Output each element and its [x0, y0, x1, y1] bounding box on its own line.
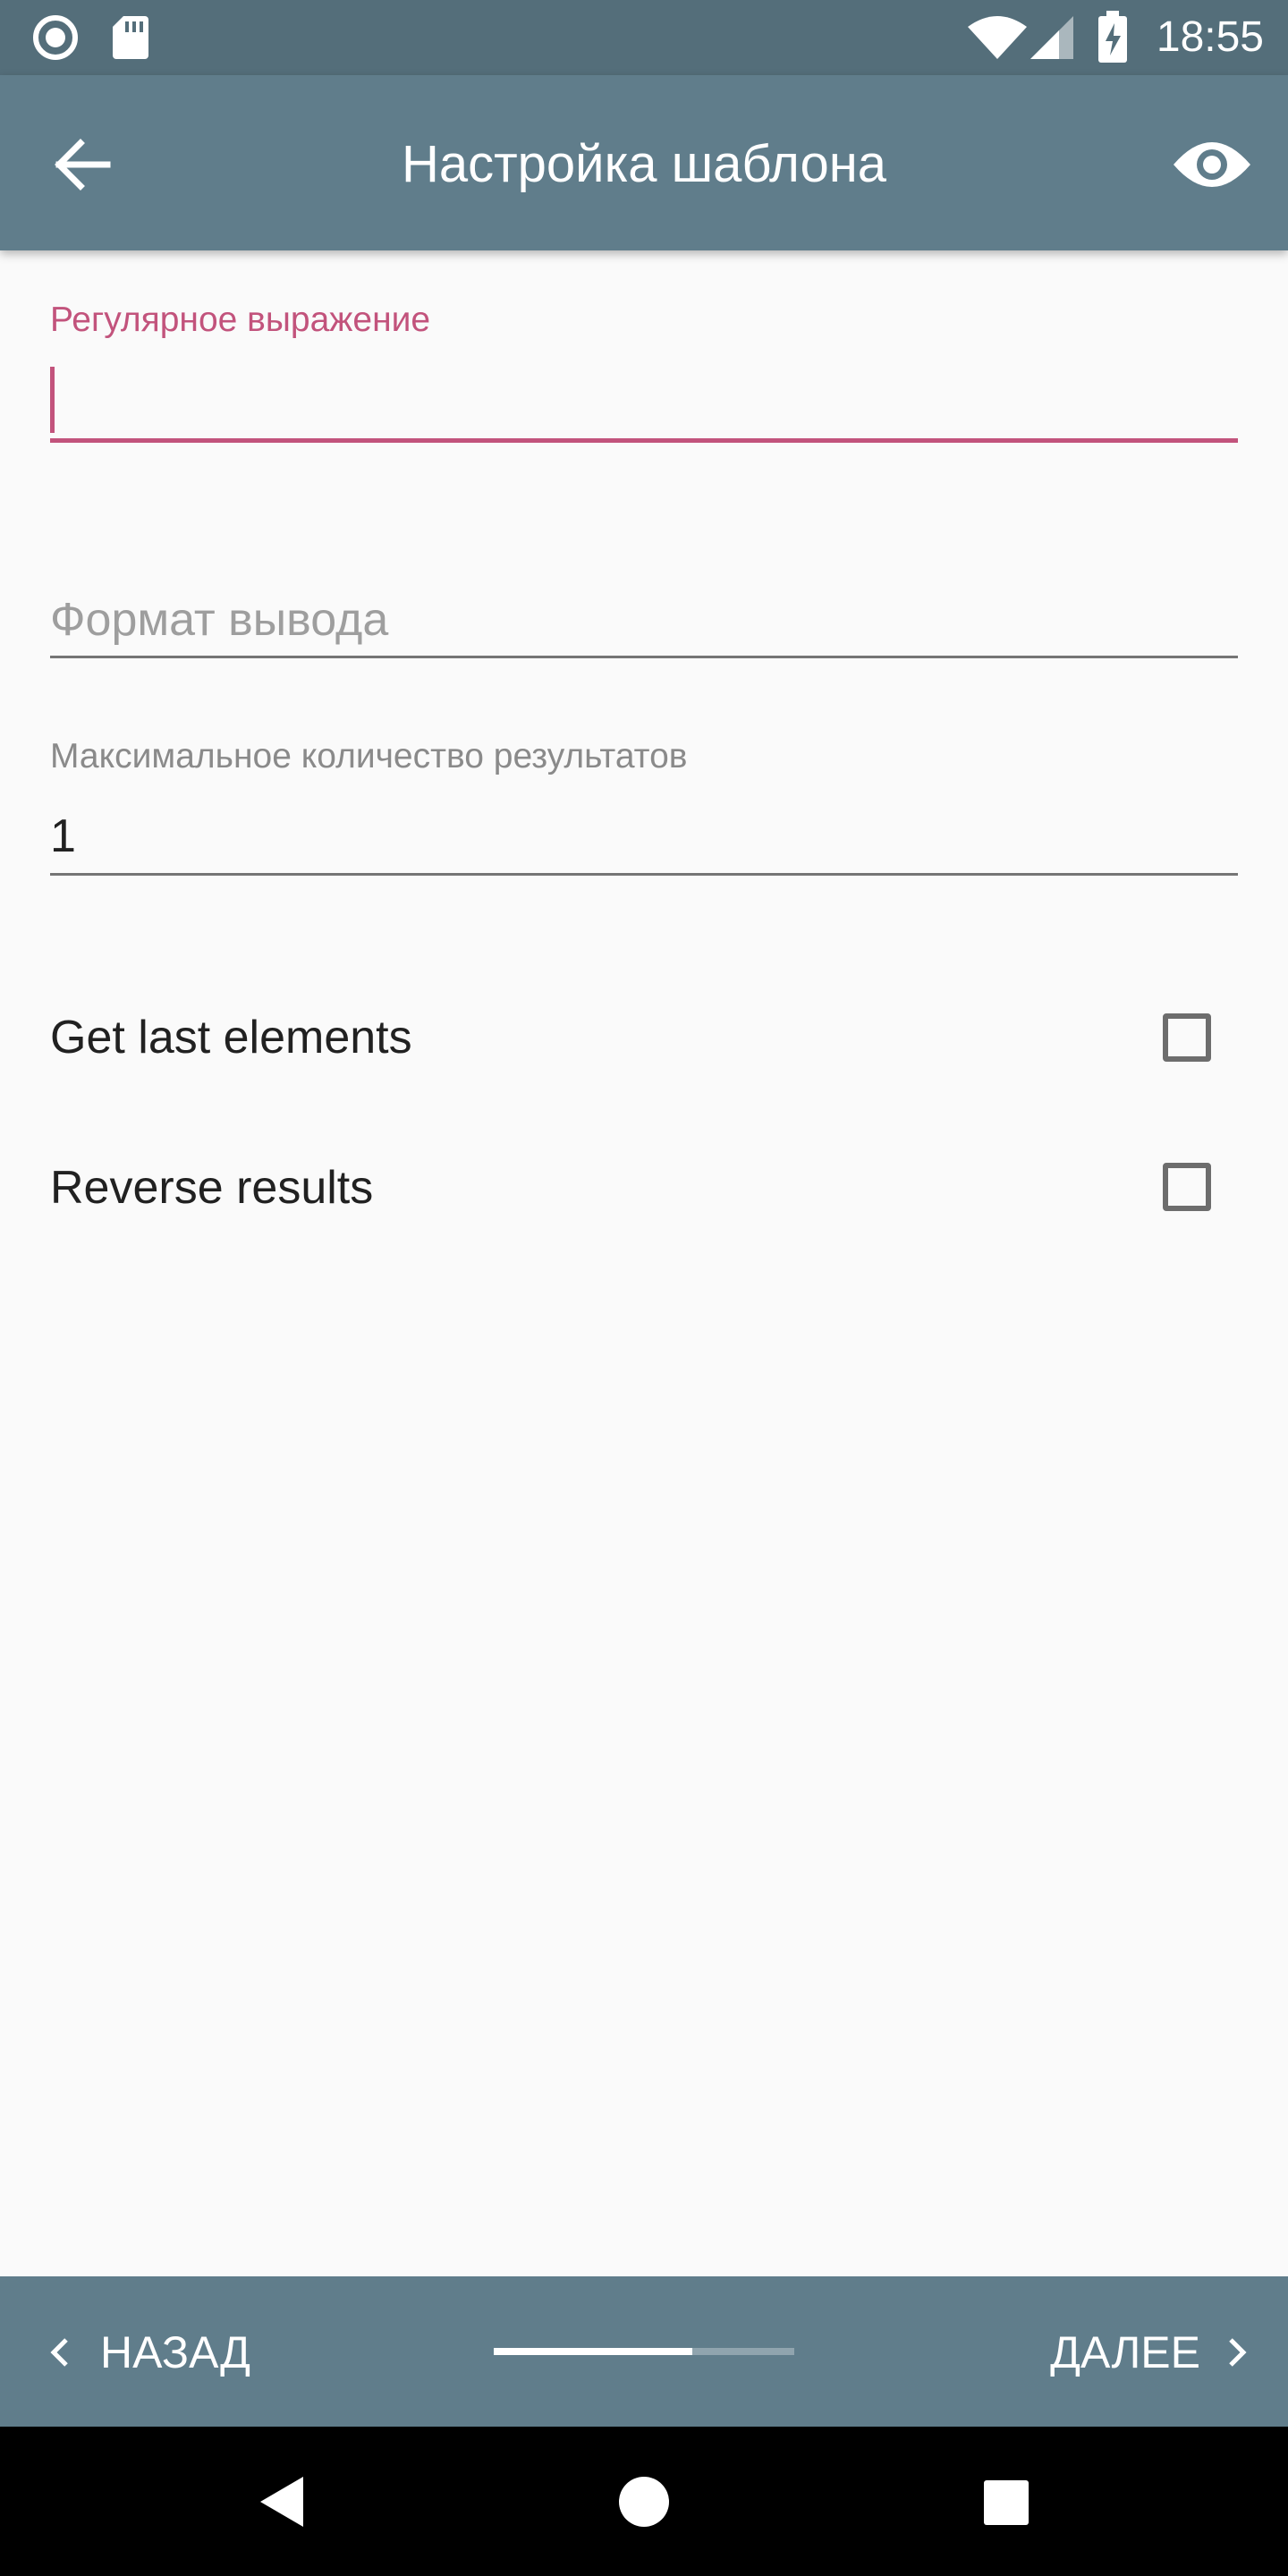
system-nav-bar: [0, 2427, 1288, 2576]
back-triangle-icon[interactable]: [255, 2473, 309, 2530]
stepper-back-label: НАЗАД: [100, 2327, 250, 2377]
app-bar: Настройка шаблона: [0, 75, 1288, 250]
option-reverse-results[interactable]: Reverse results: [0, 1116, 1288, 1259]
progress-fill: [494, 2348, 692, 2355]
regex-underline: [50, 438, 1238, 443]
page-title: Настройка шаблона: [401, 135, 887, 193]
get-last-elements-checkbox[interactable]: [1163, 1013, 1211, 1062]
battery-charging-icon: [1098, 11, 1127, 63]
status-bar: 18:55: [0, 0, 1288, 75]
option-get-last-elements[interactable]: Get last elements: [0, 966, 1288, 1109]
home-circle-icon[interactable]: [617, 2475, 671, 2529]
text-cursor: [50, 367, 55, 433]
stepper-next-button[interactable]: ДАЛЕЕ: [1029, 2321, 1252, 2384]
record-icon: [33, 15, 78, 60]
regex-input[interactable]: [50, 358, 1238, 440]
max-results-underline: [50, 873, 1238, 876]
wifi-icon: [968, 16, 1027, 59]
signal-icon: [1030, 16, 1073, 59]
output-format-underline: [50, 656, 1238, 658]
chevron-left-icon: [50, 2338, 68, 2367]
max-results-input[interactable]: 1: [50, 801, 1238, 872]
eye-icon: [1174, 142, 1250, 187]
sd-card-icon: [113, 16, 148, 59]
preview-button[interactable]: [1163, 120, 1261, 209]
option-label: Reverse results: [50, 1162, 374, 1214]
progress-bar: [494, 2348, 794, 2355]
status-time: 18:55: [1156, 13, 1264, 61]
option-label: Get last elements: [50, 1012, 412, 1063]
arrow-back-icon: [55, 139, 111, 191]
output-format-input[interactable]: Формат вывода: [50, 580, 1238, 660]
regex-label: Регулярное выражение: [50, 301, 431, 339]
stepper-bar: НАЗАД ДАЛЕЕ: [0, 2276, 1288, 2427]
chevron-right-icon: [1229, 2338, 1247, 2367]
back-button[interactable]: [36, 120, 125, 209]
reverse-results-checkbox[interactable]: [1163, 1163, 1211, 1211]
max-results-label: Максимальное количество результатов: [50, 737, 688, 775]
recents-square-icon[interactable]: [982, 2479, 1030, 2527]
stepper-back-button[interactable]: НАЗАД: [45, 2321, 277, 2384]
stepper-next-label: ДАЛЕЕ: [1050, 2327, 1200, 2377]
